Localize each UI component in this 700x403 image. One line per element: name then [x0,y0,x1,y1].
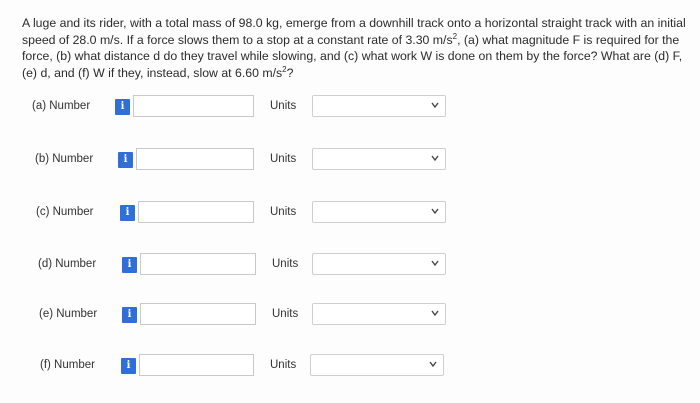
units-label-d: Units [272,258,299,270]
part-label-f: (f) Number [40,359,95,371]
answer-row-e: (e) Number i Units [0,303,700,329]
units-select-f[interactable] [310,354,444,376]
question-text: A luge and its rider, with a total mass … [22,15,690,81]
units-select-a[interactable] [312,95,446,117]
number-input-e[interactable] [140,303,256,325]
part-label-c: (c) Number [36,206,94,218]
units-select-d[interactable] [312,253,446,275]
part-label-d: (d) Number [38,258,97,270]
chevron-down-icon [431,155,439,162]
answer-row-b: (b) Number i Units [0,148,700,174]
answer-row-f: (f) Number i Units [0,354,700,380]
chevron-down-icon [431,260,439,267]
info-icon[interactable]: i [121,358,136,374]
answer-row-c: (c) Number i Units [0,201,700,227]
units-label-b: Units [270,153,297,165]
info-icon[interactable]: i [115,99,130,115]
number-input-c[interactable] [138,201,254,223]
number-input-d[interactable] [140,253,256,275]
part-label-a: (a) Number [32,100,91,112]
chevron-down-icon [431,208,439,215]
units-label-f: Units [270,359,297,371]
units-label-e: Units [272,308,299,320]
units-select-e[interactable] [312,303,446,325]
info-icon[interactable]: i [120,205,135,221]
chevron-down-icon [429,361,437,368]
number-input-b[interactable] [136,148,254,170]
units-label-a: Units [270,100,297,112]
part-label-b: (b) Number [35,153,94,165]
units-select-b[interactable] [312,148,446,170]
number-input-f[interactable] [139,354,254,376]
units-label-c: Units [270,206,297,218]
answer-row-a: (a) Number i Units [0,95,700,121]
info-icon[interactable]: i [118,152,133,168]
answer-row-d: (d) Number i Units [0,253,700,279]
part-label-e: (e) Number [39,308,98,320]
question-part-3: ? [286,65,294,80]
info-icon[interactable]: i [122,257,137,273]
info-icon[interactable]: i [122,307,137,323]
number-input-a[interactable] [133,95,254,117]
chevron-down-icon [431,102,439,109]
units-select-c[interactable] [312,201,446,223]
chevron-down-icon [431,310,439,317]
